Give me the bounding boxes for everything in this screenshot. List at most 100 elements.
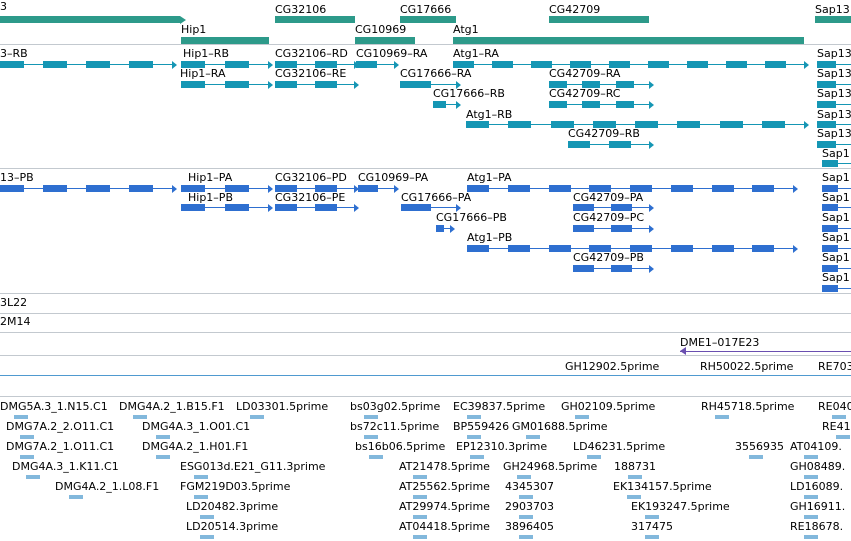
est-feature[interactable] (20, 455, 34, 459)
protein[interactable] (0, 184, 177, 193)
transcript[interactable] (0, 60, 177, 69)
protein[interactable] (181, 203, 273, 212)
est-label: DMG5A.3_1.N15.C1 (0, 400, 108, 413)
protein-label: CG42709–PC (573, 211, 645, 224)
est-feature[interactable] (587, 455, 601, 459)
est-feature[interactable] (413, 475, 427, 479)
est-feature[interactable] (156, 435, 170, 439)
transcript[interactable] (453, 60, 809, 69)
protein[interactable] (358, 184, 399, 193)
gene-feature[interactable] (815, 16, 851, 23)
est-feature[interactable] (200, 515, 214, 519)
gene-feature[interactable] (355, 37, 415, 44)
transcript[interactable] (817, 101, 851, 108)
transcript-exon (466, 121, 489, 128)
transcript-exon (677, 121, 700, 128)
est-feature[interactable] (194, 495, 208, 499)
est-feature[interactable] (413, 495, 427, 499)
transcript-label: CG17666–RB (433, 87, 505, 100)
est-feature[interactable] (517, 475, 531, 479)
protein[interactable] (573, 264, 654, 273)
est-feature[interactable] (804, 455, 818, 459)
est-feature[interactable] (26, 475, 40, 479)
est-feature[interactable] (369, 455, 383, 459)
est-feature[interactable] (14, 415, 28, 419)
est-feature[interactable] (467, 435, 481, 439)
est-feature[interactable] (628, 475, 642, 479)
gene-feature[interactable] (453, 37, 804, 44)
strand-arrow-icon (649, 100, 654, 109)
transcript[interactable] (356, 60, 399, 69)
transcript[interactable] (275, 80, 359, 89)
transcript[interactable] (181, 80, 273, 89)
protein[interactable] (436, 224, 455, 233)
est-label: ESG013d.E21_G11.3prime (180, 460, 326, 473)
est-feature[interactable] (526, 435, 540, 439)
protein[interactable] (822, 285, 851, 292)
est-prime-line[interactable] (0, 375, 851, 376)
transcript-label: CG10969–RA (356, 47, 428, 60)
est-feature[interactable] (804, 475, 818, 479)
est-feature[interactable] (575, 415, 589, 419)
est-feature[interactable] (194, 475, 208, 479)
est-feature[interactable] (519, 515, 533, 519)
est-feature[interactable] (715, 415, 729, 419)
est-feature[interactable] (627, 495, 641, 499)
genome-browser-view[interactable]: 3 Hip1 CG32106 CG10969 CG17666 Atg1 CG42709 Sap… (0, 0, 851, 541)
transcript-exon (453, 61, 474, 68)
strand-arrow-icon (793, 244, 798, 253)
gene-feature[interactable] (400, 16, 456, 23)
est-feature[interactable] (250, 415, 264, 419)
est-feature[interactable] (519, 535, 533, 539)
est-feature[interactable] (133, 415, 147, 419)
gene-label: Hip1 (181, 23, 207, 36)
protein[interactable] (401, 203, 461, 212)
gene-feature[interactable] (549, 16, 649, 23)
est-feature[interactable] (413, 535, 427, 539)
track-divider (0, 355, 851, 356)
est-feature[interactable] (832, 415, 846, 419)
gene-feature[interactable] (275, 16, 355, 23)
protein[interactable] (822, 204, 851, 211)
est-feature[interactable] (519, 495, 533, 499)
est-feature[interactable] (467, 415, 481, 419)
gene-feature[interactable] (181, 37, 269, 44)
protein-exon (275, 204, 297, 211)
transcript-exon (568, 141, 590, 148)
protein-exon (549, 185, 571, 192)
protein[interactable] (573, 203, 654, 212)
est-feature[interactable] (364, 435, 378, 439)
est-feature[interactable] (645, 515, 659, 519)
est-feature[interactable] (200, 535, 214, 539)
strand-arrow-icon (394, 184, 399, 193)
gene-feature[interactable] (0, 16, 180, 23)
est-feature[interactable] (804, 515, 818, 519)
protein[interactable] (573, 224, 654, 233)
est-feature[interactable] (413, 515, 427, 519)
protein-label: CG10969–PA (358, 171, 429, 184)
est-feature[interactable] (20, 435, 34, 439)
est-feature[interactable] (470, 455, 484, 459)
transcript-label: CG32106–RD (275, 47, 348, 60)
transcript[interactable] (433, 100, 461, 109)
est-feature[interactable] (156, 455, 170, 459)
strand-arrow-icon (354, 203, 359, 212)
transcript-label: 3–RB (0, 47, 28, 60)
transcript[interactable] (822, 160, 851, 167)
est-feature[interactable] (836, 435, 850, 439)
protein-label: CG32106–PE (275, 191, 346, 204)
clone-line[interactable] (680, 351, 851, 352)
est-feature[interactable] (804, 535, 818, 539)
est-feature[interactable] (645, 535, 659, 539)
track-divider (0, 313, 851, 314)
transcript-label: CG42709–RC (549, 87, 621, 100)
est-feature[interactable] (69, 495, 83, 499)
transcript-exon (43, 61, 67, 68)
transcript-label: Sap13 (817, 87, 851, 100)
est-feature[interactable] (364, 415, 378, 419)
est-feature[interactable] (804, 495, 818, 499)
transcript[interactable] (568, 140, 654, 149)
transcript[interactable] (549, 100, 654, 109)
protein[interactable] (275, 203, 359, 212)
est-feature[interactable] (749, 455, 763, 459)
